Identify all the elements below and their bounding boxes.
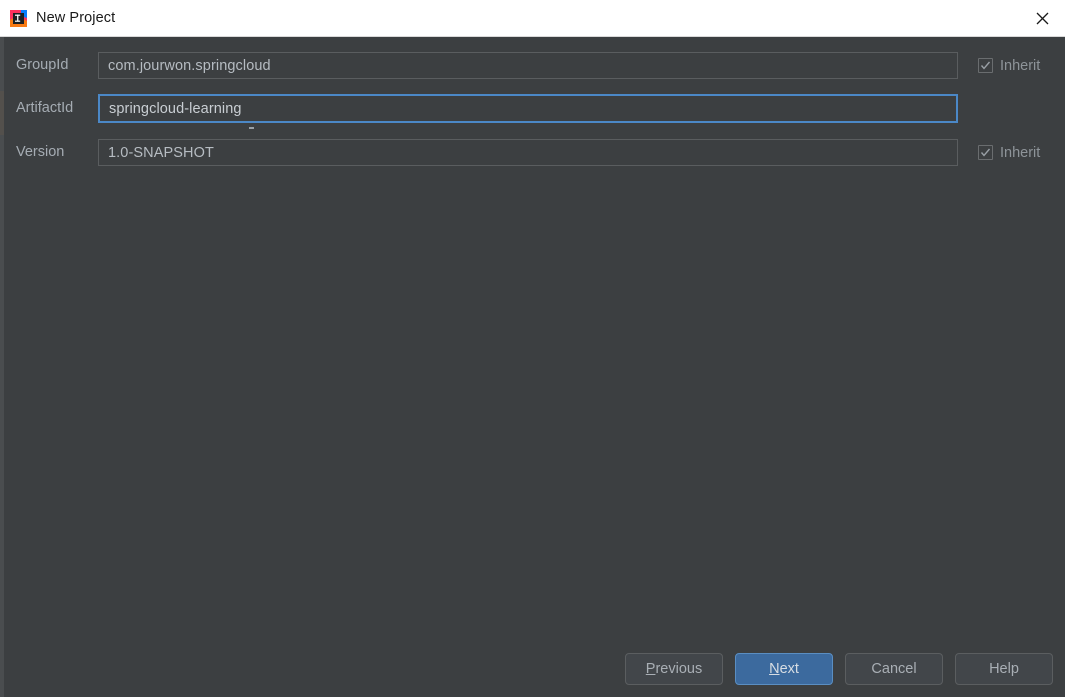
artifactid-label: ArtifactId — [16, 100, 74, 116]
dialog-body: GroupId com.jourwon.springcloud Inherit … — [0, 37, 1065, 697]
help-button[interactable]: Help — [955, 653, 1053, 685]
previous-button-label: revious — [655, 661, 703, 677]
form-row-artifactid: ArtifactId springcloud-learning — [0, 94, 1065, 123]
version-inherit-group[interactable]: Inherit — [978, 139, 1040, 166]
next-button[interactable]: Next — [735, 653, 833, 685]
previous-button-mnemonic: P — [645, 661, 656, 677]
dialog-button-bar: Previous Next Cancel Help — [625, 641, 1053, 697]
groupid-label: GroupId — [16, 57, 69, 73]
text-caret — [249, 127, 254, 129]
cancel-button-label: Cancel — [871, 661, 917, 677]
intellij-idea-logo-icon — [10, 9, 27, 27]
version-inherit-checkbox[interactable] — [978, 145, 993, 160]
groupid-input[interactable]: com.jourwon.springcloud — [98, 52, 958, 79]
version-inherit-label: Inherit — [1000, 144, 1041, 161]
left-edge-strip — [0, 37, 4, 697]
dialog-titlebar: New Project — [0, 0, 1065, 37]
artifactid-input[interactable]: springcloud-learning — [98, 94, 958, 123]
close-icon[interactable] — [1019, 0, 1065, 36]
groupid-inherit-group[interactable]: Inherit — [978, 52, 1040, 79]
form-row-groupid: GroupId com.jourwon.springcloud Inherit — [0, 52, 1065, 79]
version-input[interactable]: 1.0-SNAPSHOT — [98, 139, 958, 166]
version-label: Version — [16, 144, 65, 160]
previous-button[interactable]: Previous — [625, 653, 723, 685]
help-button-label: Help — [989, 661, 1019, 677]
groupid-inherit-label: Inherit — [1000, 57, 1041, 74]
next-button-label: ext — [779, 661, 799, 677]
dialog-title: New Project — [36, 10, 116, 26]
cancel-button[interactable]: Cancel — [845, 653, 943, 685]
form-row-version: Version 1.0-SNAPSHOT Inherit — [0, 139, 1065, 166]
next-button-mnemonic: N — [769, 661, 780, 677]
groupid-inherit-checkbox[interactable] — [978, 58, 993, 73]
new-project-dialog: New Project GroupId com.jourwon.springcl… — [0, 0, 1065, 697]
